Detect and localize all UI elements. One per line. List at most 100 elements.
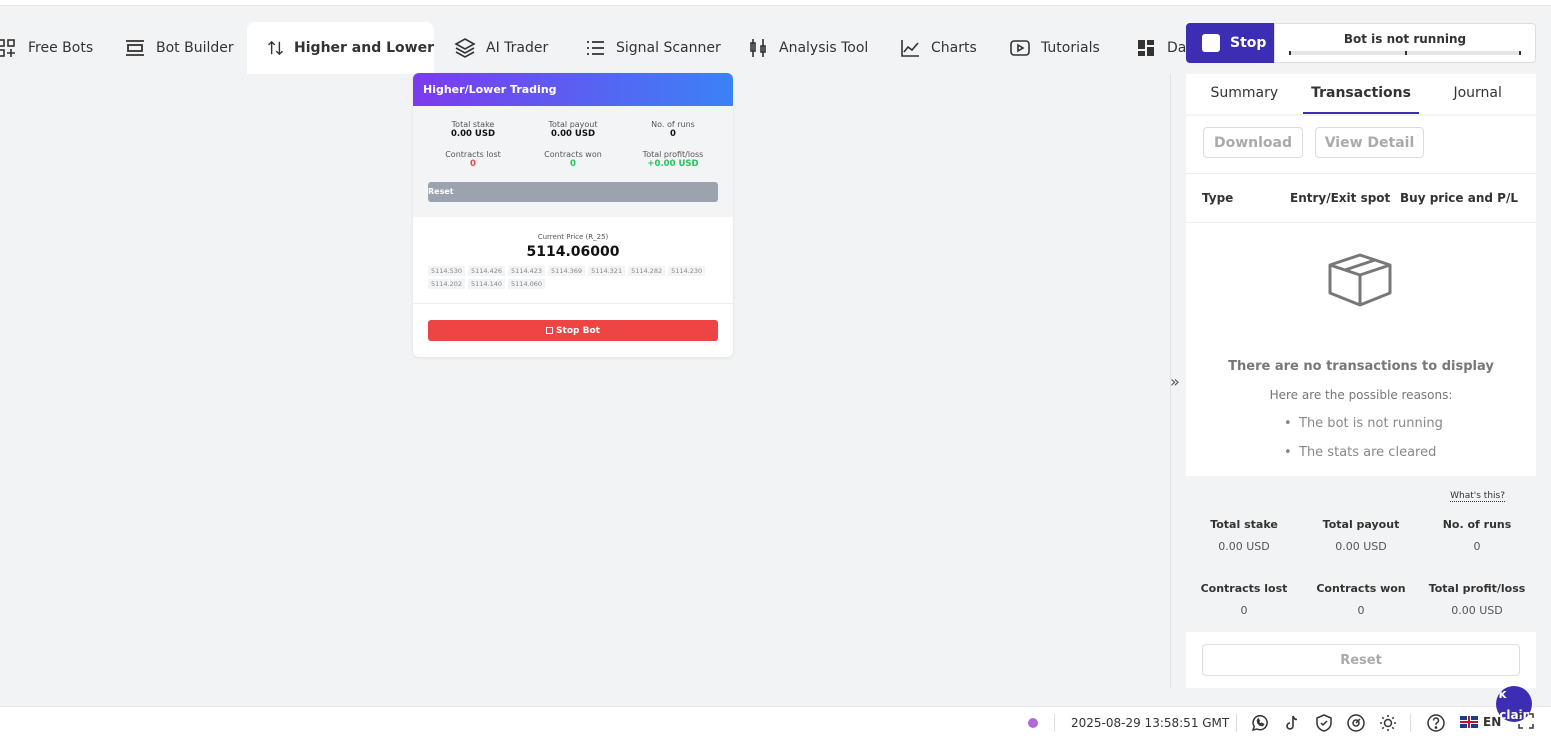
nav-label: Das — [1167, 39, 1186, 56]
nav-ai-trader[interactable]: AI Trader — [454, 22, 548, 73]
server-time: 2025-08-29 13:58:51 GMT — [1071, 716, 1230, 730]
line-chart-icon — [901, 39, 919, 57]
grid-plus-icon — [0, 38, 15, 57]
bot-progress-bar — [1289, 51, 1521, 55]
card-reset-label: Reset — [428, 187, 454, 196]
panel-reset-button[interactable]: Reset — [1202, 644, 1520, 676]
tab-transactions[interactable]: Transactions — [1302, 74, 1420, 114]
nav-label: Signal Scanner — [616, 39, 721, 56]
whatsapp-icon[interactable] — [1250, 713, 1270, 733]
layers-icon — [454, 37, 476, 58]
tick: 5114.230 — [668, 266, 706, 276]
card-title: Higher/Lower Trading — [413, 73, 733, 106]
connection-status-dot — [1028, 718, 1038, 728]
arrows-up-down-icon — [268, 40, 283, 56]
transactions-body: Download View Detail Type Entry/Exit spo… — [1186, 116, 1536, 476]
stop-square-icon — [1202, 34, 1220, 52]
tick: 5114.060 — [508, 279, 546, 289]
collapse-panel-icon[interactable]: » — [1170, 372, 1180, 391]
bot-status-text: Bot is not running — [1343, 32, 1467, 46]
nav-label: Tutorials — [1041, 39, 1100, 56]
card-stop-label: Stop Bot — [556, 325, 600, 336]
tiktok-icon[interactable] — [1282, 713, 1302, 733]
card-stop-bot-button[interactable]: Stop Bot — [428, 320, 718, 341]
empty-box-icon — [1328, 253, 1392, 307]
play-icon — [1010, 39, 1030, 56]
reason-item: The stats are cleared — [1284, 445, 1443, 460]
summary-runs: No. of runs 0 — [1442, 518, 1512, 553]
reason-item: The bot is not running — [1284, 416, 1443, 431]
stat-runs: No. of runs 0 — [651, 120, 695, 139]
stop-square-icon — [546, 327, 554, 334]
summary-profit-loss: Total profit/loss 0.00 USD — [1428, 582, 1526, 617]
stat-total-payout: Total payout 0.00 USD — [548, 120, 598, 139]
sun-icon[interactable] — [1378, 713, 1398, 733]
nav-label: Higher and Lower — [294, 40, 434, 56]
nav-label: Bot Builder — [156, 39, 234, 56]
summary-total-payout: Total payout 0.00 USD — [1322, 518, 1400, 553]
tick: 5114.369 — [548, 266, 586, 276]
footer-separator — [1236, 714, 1237, 732]
nav-tutorials[interactable]: Tutorials — [1009, 22, 1100, 73]
tick: 5114.140 — [468, 279, 506, 289]
summary-contracts-won: Contracts won 0 — [1316, 582, 1406, 617]
nav-bot-builder[interactable]: Bot Builder — [124, 22, 234, 73]
tick: 5114.282 — [628, 266, 666, 276]
candlestick-icon — [750, 38, 766, 57]
nav-higher-lower[interactable]: Higher and Lower — [247, 22, 434, 74]
tick: 5114.530 — [428, 266, 466, 276]
tick: 5114.202 — [428, 279, 466, 289]
tick-history: 5114.530 5114.426 5114.423 5114.369 5114… — [428, 266, 718, 289]
current-price: 5114.06000 — [526, 244, 620, 260]
column-buy-price: Buy price and P/L — [1400, 191, 1518, 205]
fullscreen-icon[interactable] — [1518, 713, 1534, 729]
builder-icon — [126, 39, 144, 56]
tick: 5114.426 — [468, 266, 506, 276]
summary-total-stake: Total stake 0.00 USD — [1210, 518, 1278, 553]
stop-bot-button[interactable]: Stop — [1186, 23, 1274, 63]
bot-status-panel: Bot is not running — [1274, 23, 1536, 63]
view-detail-button[interactable]: View Detail — [1315, 127, 1424, 158]
tick: 5114.321 — [588, 266, 626, 276]
run-panel: Summary Transactions Journal Download Vi… — [1186, 74, 1536, 688]
nav-label: Analysis Tool — [779, 39, 869, 56]
download-button[interactable]: Download — [1203, 127, 1303, 158]
stat-contracts-won: Contracts won 0 — [544, 150, 602, 169]
top-strip — [0, 0, 1551, 6]
help-icon[interactable] — [1426, 713, 1446, 733]
nav-dashboard[interactable]: Das — [1135, 22, 1186, 73]
column-entry-exit: Entry/Exit spot — [1290, 191, 1391, 205]
higher-lower-card: Higher/Lower Trading Total stake 0.00 US… — [413, 73, 733, 357]
run-panel-tabs: Summary Transactions Journal — [1186, 74, 1536, 114]
stop-label: Stop — [1230, 35, 1267, 51]
nav-charts[interactable]: Charts — [899, 22, 977, 73]
stat-profit-loss: Total profit/loss +0.00 USD — [642, 150, 704, 169]
summary-contracts-lost: Contracts lost 0 — [1200, 582, 1288, 617]
column-type: Type — [1202, 191, 1234, 205]
panel-reset-area: Reset — [1186, 632, 1536, 688]
gauge-icon[interactable] — [1346, 713, 1366, 733]
tick: 5114.423 — [508, 266, 546, 276]
whats-this-link[interactable]: What's this? — [1450, 491, 1505, 502]
nav-signal-scanner[interactable]: Signal Scanner — [584, 22, 721, 73]
main-nav: Free Bots Bot Builder Higher and Lower A… — [0, 22, 1186, 74]
language-selector[interactable]: EN — [1460, 715, 1501, 729]
price-section: Current Price (R_25) 5114.06000 5114.530… — [413, 217, 733, 304]
stat-contracts-lost: Contracts lost 0 — [445, 150, 501, 169]
nav-label: Charts — [931, 39, 977, 56]
tab-journal[interactable]: Journal — [1419, 74, 1536, 114]
footer: 2025-08-29 13:58:51 GMT EN — [0, 706, 1551, 738]
nav-label: Free Bots — [28, 39, 94, 56]
list-icon — [587, 40, 604, 55]
shield-check-icon[interactable] — [1314, 713, 1334, 733]
nav-free-bots[interactable]: Free Bots — [0, 22, 93, 73]
empty-reasons: The bot is not running The stats are cle… — [1284, 416, 1443, 474]
tab-summary[interactable]: Summary — [1186, 74, 1303, 114]
footer-separator — [1054, 714, 1055, 732]
card-stats: Total stake 0.00 USD Total payout 0.00 U… — [413, 106, 733, 217]
card-reset-button[interactable]: Reset — [428, 182, 718, 202]
language-label: EN — [1483, 715, 1502, 729]
stat-total-stake: Total stake 0.00 USD — [450, 120, 495, 139]
nav-analysis-tool[interactable]: Analysis Tool — [747, 22, 868, 73]
empty-title: There are no transactions to display — [1228, 359, 1494, 374]
